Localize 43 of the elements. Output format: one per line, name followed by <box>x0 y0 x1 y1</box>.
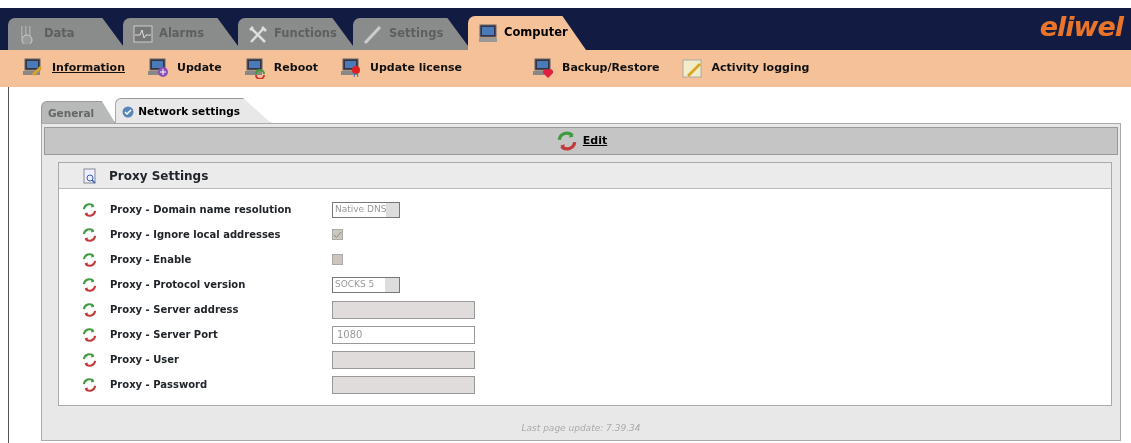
computer-plus-icon <box>147 58 169 79</box>
field-label: Proxy - User <box>110 353 180 367</box>
toolbar-link[interactable]: Update <box>147 58 222 79</box>
field-label: Proxy - Ignore local addresses <box>110 228 282 242</box>
main-tab[interactable]: Computer <box>468 16 586 50</box>
refresh-icon <box>81 276 98 293</box>
computer-refresh-icon <box>243 58 266 79</box>
checkbox[interactable] <box>332 254 343 265</box>
refresh-icon <box>81 201 98 218</box>
notepad-pencil-icon <box>681 58 704 79</box>
computer-ribbon-icon <box>340 58 362 79</box>
refresh-icon <box>81 226 98 243</box>
computer-icon <box>478 23 498 43</box>
field-label: Proxy - Password <box>110 378 209 392</box>
field-label: Proxy - Enable <box>110 253 193 267</box>
section-title: Proxy Settings <box>109 167 209 185</box>
computer-heart-icon <box>532 58 555 79</box>
field-label: Proxy - Domain name resolution <box>110 203 293 217</box>
document-search-icon <box>83 167 97 184</box>
refresh-icon <box>81 251 98 268</box>
toolbar-link[interactable]: Update license <box>340 58 463 79</box>
field-label: Proxy - Protocol version <box>110 278 247 292</box>
tools-icon <box>248 24 268 44</box>
refresh-icon <box>81 376 98 393</box>
refresh-icon <box>81 351 98 368</box>
toolbar-link[interactable]: Reboot <box>243 58 318 79</box>
field-label: Proxy - Server address <box>110 303 240 317</box>
refresh-icon <box>81 326 98 343</box>
sub-tab[interactable]: Network settings <box>115 98 272 123</box>
last-update-text: Last page update: 7.39.34 <box>521 422 641 436</box>
checkbox[interactable] <box>332 229 343 240</box>
edit-link[interactable]: Edit <box>582 132 608 150</box>
refresh-icon <box>81 301 98 318</box>
pulse-monitor-icon <box>133 24 153 44</box>
check-circle-icon <box>122 106 135 118</box>
field-label: Proxy - Server Port <box>110 328 219 342</box>
pen-icon <box>363 24 383 44</box>
computer-pencil-icon <box>22 58 44 79</box>
toolbar-link[interactable]: Activity logging <box>681 58 810 79</box>
toolbar-link[interactable]: Information <box>22 58 125 79</box>
brand-logo: eliwel <box>1039 13 1123 40</box>
check-icon <box>333 230 342 239</box>
toolbar-link[interactable]: Backup/Restore <box>532 58 660 79</box>
